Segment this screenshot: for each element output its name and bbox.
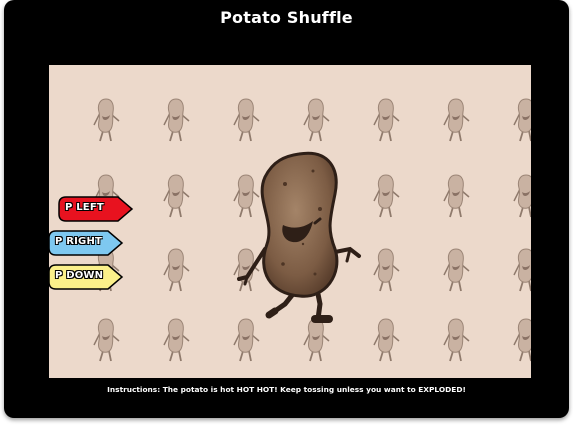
background-potato-icon [373,248,400,292]
background-potato-icon [443,174,470,218]
background-potato-icon [163,318,190,362]
background-potato-icon [513,174,531,218]
p-right-label: P RIGHT [55,236,103,247]
background-potato-icon [233,318,260,362]
background-potato-icon [93,98,120,142]
p-left-label: P LEFT [65,202,104,213]
background-potato-icon [513,318,531,362]
p-down-label: P DOWN [55,270,104,281]
background-potato-icon [93,318,120,362]
background-potato-icon [163,98,190,142]
dancing-potato [237,151,361,323]
background-potato-icon [443,318,470,362]
game-title: Potato Shuffle [220,8,353,27]
background-potato-icon [373,98,400,142]
game-frame: Potato Shuffle P LEFT P RIGHT P DOWN Ins… [4,0,569,418]
background-potato-icon [513,248,531,292]
background-potato-icon [443,98,470,142]
background-potato-icon [163,174,190,218]
background-potato-icon [303,318,330,362]
background-potato-icon [163,248,190,292]
background-potato-icon [373,174,400,218]
background-potato-icon [303,98,330,142]
background-potato-icon [233,98,260,142]
background-potato-icon [443,248,470,292]
background-potato-icon [513,98,531,142]
background-potato-icon [373,318,400,362]
instructions-text: Instructions: The potato is hot HOT HOT!… [107,385,466,394]
